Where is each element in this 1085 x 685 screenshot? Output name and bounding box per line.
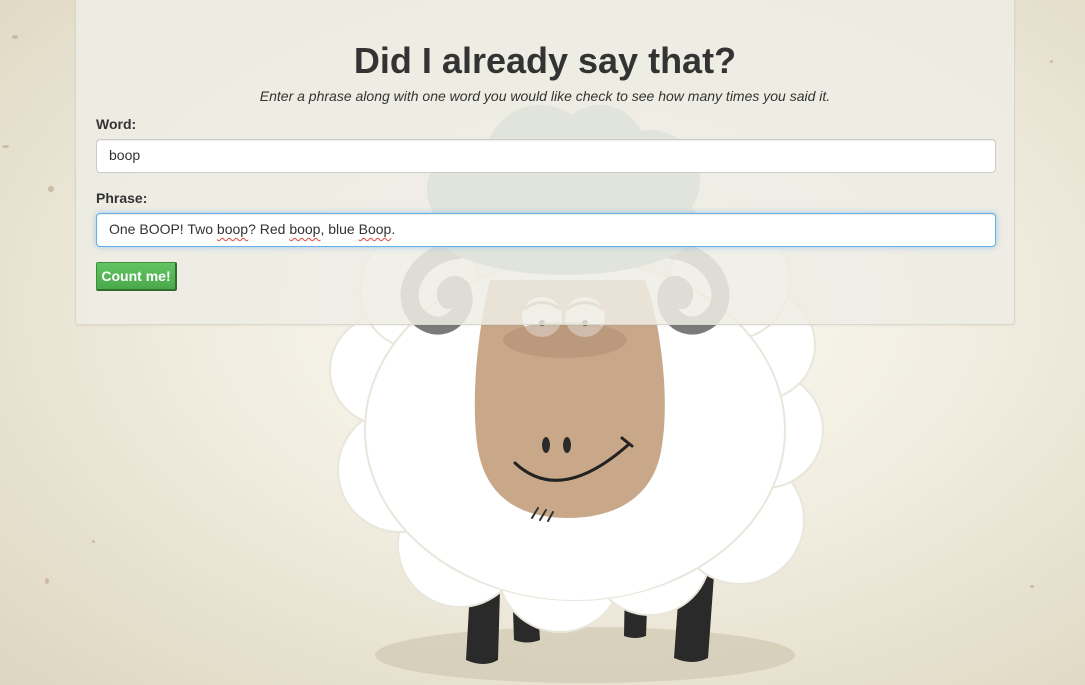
phrase-label: Phrase: (96, 190, 148, 206)
phrase-text: . (391, 221, 396, 237)
phrase-text: ? Red (248, 221, 290, 237)
page-subtitle: Enter a phrase along with one word you w… (259, 88, 831, 104)
phrase-text: , blue (320, 221, 359, 237)
phrase-misspelled-word: Boop (358, 221, 392, 237)
ground-shadow (375, 627, 795, 683)
sheep-nostril (563, 437, 571, 453)
count-button[interactable]: Count me! (96, 262, 177, 291)
word-input[interactable]: boop (96, 139, 996, 173)
phrase-text: One BOOP! Two (109, 221, 217, 237)
sheep-nostril (542, 437, 550, 453)
word-label: Word: (96, 116, 137, 132)
phrase-misspelled-word: boop (216, 221, 249, 237)
phrase-input[interactable]: One BOOP! Two boop? Red boop, blue Boop. (96, 213, 996, 247)
form-card: Did I already say that? Enter a phrase a… (75, 0, 1015, 325)
page-title: Did I already say that? (353, 40, 737, 81)
phrase-misspelled-word: boop (289, 221, 321, 237)
